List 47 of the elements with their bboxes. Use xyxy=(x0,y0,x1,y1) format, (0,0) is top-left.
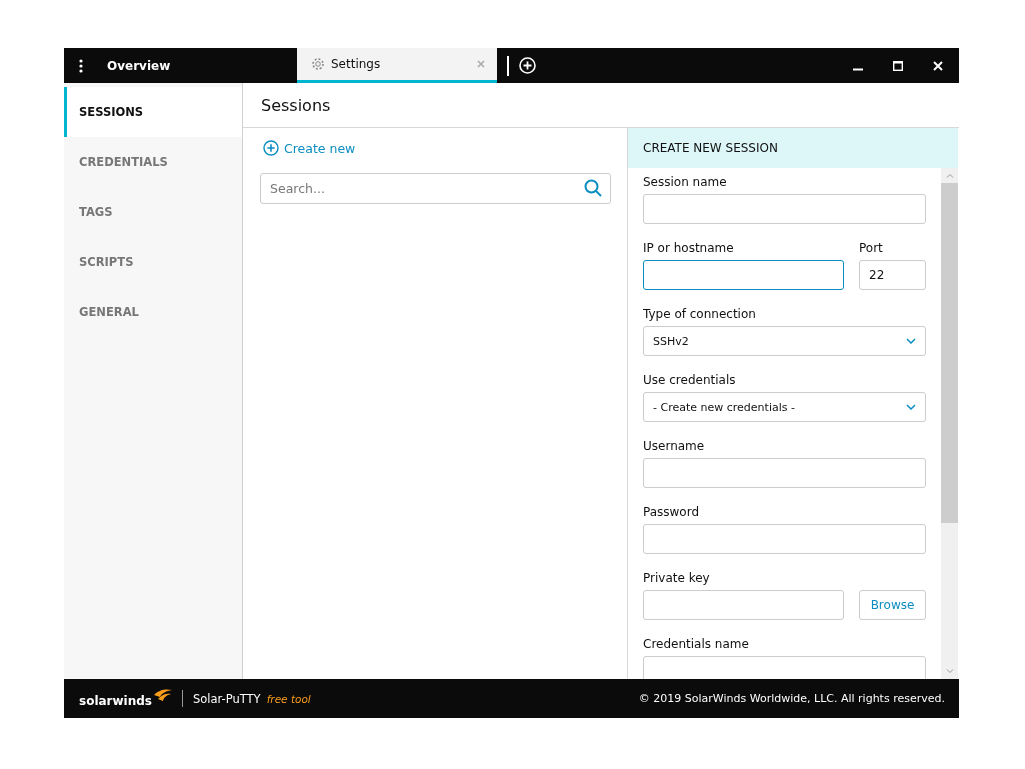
chevron-icon xyxy=(906,338,916,344)
sidebar-item[interactable]: SCRIPTS xyxy=(64,237,242,287)
field-label: Use credentials xyxy=(643,373,737,389)
tagline: free tool xyxy=(266,692,311,705)
panel-title: CREATE NEW SESSION xyxy=(643,141,778,155)
input-field[interactable] xyxy=(643,194,926,224)
input-field[interactable] xyxy=(643,590,844,620)
search-icon[interactable] xyxy=(584,179,602,197)
input-field[interactable] xyxy=(643,524,926,554)
input-field[interactable]: 22 xyxy=(859,260,926,290)
field-label: Port xyxy=(859,241,884,257)
field-label: Type of connection xyxy=(643,307,757,323)
gear-icon xyxy=(311,57,325,71)
sidebar-item[interactable]: SESSIONS xyxy=(64,87,242,137)
close-tab-icon[interactable] xyxy=(477,60,485,68)
field-label: Private key xyxy=(643,571,711,587)
scroll-up-icon[interactable] xyxy=(945,173,954,178)
flame-logo-icon xyxy=(154,689,172,702)
field-label: Password xyxy=(643,505,701,521)
copyright-text: © 2019 SolarWinds Worldwide, LLC. All rights reserved. xyxy=(638,692,945,705)
scroll-down-icon[interactable] xyxy=(945,669,954,674)
search-field[interactable]: Search... xyxy=(260,173,611,204)
sidebar-item[interactable]: GENERAL xyxy=(64,287,242,337)
sidebar-item[interactable]: CREDENTIALS xyxy=(64,137,242,187)
field-label: Username xyxy=(643,439,706,455)
chevron-icon xyxy=(906,404,916,410)
field-label: Session name xyxy=(643,175,728,191)
create-new-link[interactable]: Create new xyxy=(263,140,356,156)
browse-button[interactable]: Browse xyxy=(859,590,926,620)
sidebar-item[interactable]: TAGS xyxy=(64,187,242,237)
dropdown[interactable]: - Create new credentials - xyxy=(643,392,926,422)
input-field[interactable] xyxy=(643,260,844,290)
maximize-icon[interactable] xyxy=(893,60,903,71)
add-tab-icon[interactable] xyxy=(519,57,536,74)
field-label: Credentials name xyxy=(643,637,750,653)
field-label: IP or hostname xyxy=(643,241,735,257)
dropdown[interactable]: SSHv2 xyxy=(643,326,926,356)
overview-tab[interactable]: Overview xyxy=(107,48,297,83)
settings-tab[interactable]: Settings xyxy=(297,48,497,83)
input-field[interactable] xyxy=(643,458,926,488)
menu-icon[interactable] xyxy=(79,58,83,73)
page-title: Sessions xyxy=(261,95,331,115)
brand-name: solarwinds xyxy=(79,694,152,708)
close-icon[interactable] xyxy=(933,60,943,71)
scrollbar-thumb[interactable] xyxy=(941,183,958,523)
product-name: Solar-PuTTY xyxy=(193,691,261,706)
add-icon xyxy=(263,140,279,156)
